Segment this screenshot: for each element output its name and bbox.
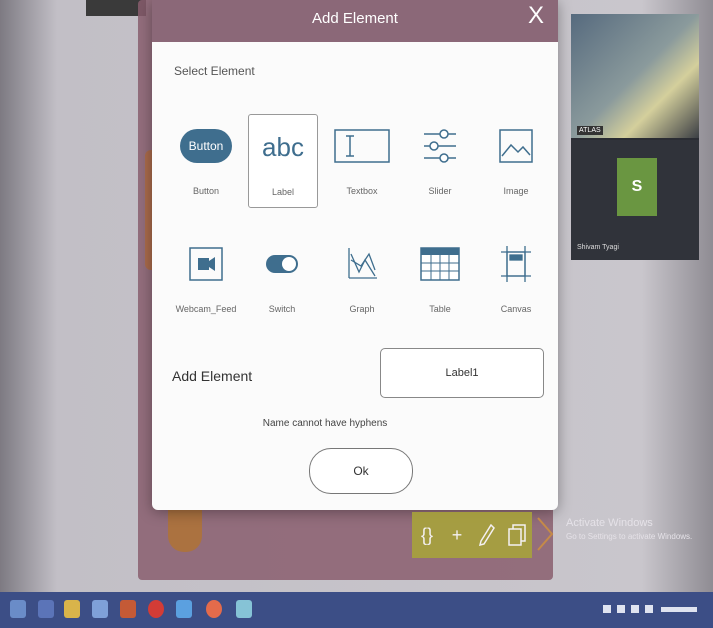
video-tile-tag: ATLAS (577, 126, 603, 135)
start-icon[interactable] (10, 600, 26, 618)
error-message: Name cannot have hyphens (262, 418, 388, 429)
store-icon[interactable] (120, 600, 136, 618)
chevron-right-icon[interactable] (536, 514, 556, 554)
folder-icon[interactable] (64, 600, 80, 618)
app-icon[interactable] (236, 600, 252, 618)
tile-table[interactable]: Table (406, 232, 474, 324)
tile-label-element[interactable]: abc Label (248, 114, 318, 208)
participant-name: Shivam Tyagi (577, 244, 619, 251)
add-element-label: Add Element (172, 368, 253, 384)
tile-slider[interactable]: Slider (406, 114, 474, 206)
watermark-title: Activate Windows (566, 517, 653, 529)
orange-accent-bottom (168, 508, 202, 552)
opera-icon[interactable] (148, 600, 164, 618)
tile-textbox[interactable]: Textbox (328, 114, 396, 206)
settings-icon[interactable] (92, 600, 108, 618)
graph-icon (334, 236, 390, 292)
tile-canvas[interactable]: Canvas (482, 232, 550, 324)
dialog-header: Add Element X (152, 0, 558, 42)
label-icon-text: abc (262, 131, 304, 162)
video-tile-camera: ATLAS (571, 14, 699, 138)
tile-webcam-feed[interactable]: Webcam_Feed (172, 232, 240, 324)
canvas-icon (488, 236, 544, 292)
webcam-icon (178, 236, 234, 292)
element-name-input[interactable] (380, 348, 544, 398)
add-element-dialog: Add Element X Select Element Button Butt… (152, 0, 558, 510)
chrome-icon[interactable] (206, 600, 222, 618)
tile-switch[interactable]: Switch (248, 232, 316, 324)
slider-icon (412, 118, 468, 174)
video-tile-participant: S Shivam Tyagi (571, 140, 699, 260)
tile-label: Label (271, 187, 295, 197)
teams-icon[interactable] (176, 600, 192, 618)
code-braces-icon[interactable]: {} (416, 520, 438, 550)
button-icon: Button (178, 118, 234, 174)
textbox-icon (334, 118, 390, 174)
tile-image[interactable]: Image (482, 114, 550, 206)
tile-label: Slider (428, 186, 452, 196)
ok-button[interactable]: Ok (309, 448, 413, 494)
tile-button[interactable]: Button Button (172, 114, 240, 206)
activate-windows-watermark: Activate Windows Go to Settings to activ… (566, 516, 692, 544)
tile-label: Button (192, 186, 220, 196)
button-icon-text: Button (180, 129, 232, 163)
watermark-subtitle: Go to Settings to activate Windows. (566, 532, 693, 541)
select-element-label: Select Element (174, 64, 255, 78)
switch-icon (254, 236, 310, 292)
tile-label: Graph (349, 304, 375, 314)
plus-icon[interactable]: + (446, 520, 468, 550)
taskbar (0, 592, 713, 628)
video-call-panel: ATLAS S Shivam Tyagi (571, 14, 699, 260)
dialog-title: Add Element (312, 10, 398, 27)
tile-label: Webcam_Feed (175, 304, 237, 314)
tile-label: Table (429, 304, 451, 314)
tile-label: Image (503, 186, 529, 196)
top-dark-bar (86, 0, 146, 16)
tile-graph[interactable]: Graph (328, 232, 396, 324)
system-tray (603, 604, 699, 616)
close-icon[interactable]: X (528, 4, 544, 28)
label-icon: abc (255, 119, 311, 175)
tile-label: Canvas (500, 304, 532, 314)
search-icon[interactable] (38, 600, 54, 618)
table-icon (412, 236, 468, 292)
pencil-icon[interactable] (476, 520, 498, 550)
tile-label: Textbox (346, 186, 378, 196)
copy-icon[interactable] (506, 520, 528, 550)
image-icon (488, 118, 544, 174)
editor-toolbar: {} + (412, 512, 532, 558)
avatar: S (617, 158, 657, 216)
tile-label: Switch (268, 304, 296, 314)
